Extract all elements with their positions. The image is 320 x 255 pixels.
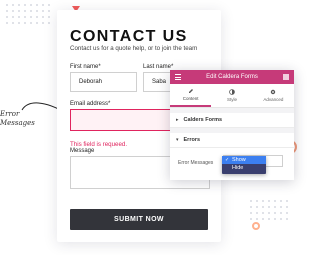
tab-advanced[interactable]: Advanced xyxy=(253,84,294,107)
email-error-message: This field is requeed. xyxy=(70,141,128,148)
caret-down-icon: ▾ xyxy=(176,137,179,143)
ring-decoration xyxy=(252,222,260,230)
caret-right-icon: ▸ xyxy=(176,117,179,123)
grid-icon[interactable] xyxy=(283,74,289,80)
tab-style[interactable]: Style xyxy=(211,84,252,107)
pencil-icon xyxy=(188,89,193,93)
submit-button[interactable]: SUBMIT NOW xyxy=(70,209,208,230)
error-messages-dropdown: ✓ Show Hide xyxy=(222,156,266,174)
gear-icon xyxy=(271,89,276,95)
half-circle-icon xyxy=(229,89,235,95)
tab-label: Content xyxy=(182,96,199,101)
email-label: Email address* xyxy=(70,101,111,107)
option-hide[interactable]: Hide xyxy=(222,164,266,172)
form-title: CONTACT US xyxy=(70,28,188,45)
section-calders-forms[interactable]: ▸ Calders Forms xyxy=(170,113,294,128)
panel-header: Edit Caldera Forms xyxy=(170,70,294,84)
section-errors[interactable]: ▾ Errors xyxy=(170,133,294,148)
panel-title: Edit Caldera Forms xyxy=(206,74,258,80)
dots-pattern xyxy=(4,2,52,28)
option-label: Show xyxy=(232,157,246,163)
tab-content[interactable]: Content xyxy=(170,84,212,107)
panel-tabs: Content Style Advanced xyxy=(170,84,294,108)
section-label: Calders Forms xyxy=(183,117,223,123)
first-name-field[interactable]: Deborah xyxy=(70,72,137,92)
first-name-label: First name* xyxy=(70,64,101,70)
dots-pattern xyxy=(248,198,288,222)
hamburger-icon[interactable] xyxy=(175,74,181,80)
tab-label: Advanced xyxy=(263,97,284,102)
form-subtitle: Contact us for a quote help, or to join … xyxy=(70,45,198,52)
check-icon: ✓ xyxy=(225,157,230,163)
option-show[interactable]: ✓ Show xyxy=(222,156,266,164)
tab-label: Style xyxy=(226,97,237,102)
message-label: Message xyxy=(70,148,95,154)
option-label: Hide xyxy=(232,165,244,171)
section-label: Errors xyxy=(183,137,201,143)
error-messages-label: Error Messages xyxy=(178,160,214,166)
last-name-label: Last name* xyxy=(143,64,174,70)
